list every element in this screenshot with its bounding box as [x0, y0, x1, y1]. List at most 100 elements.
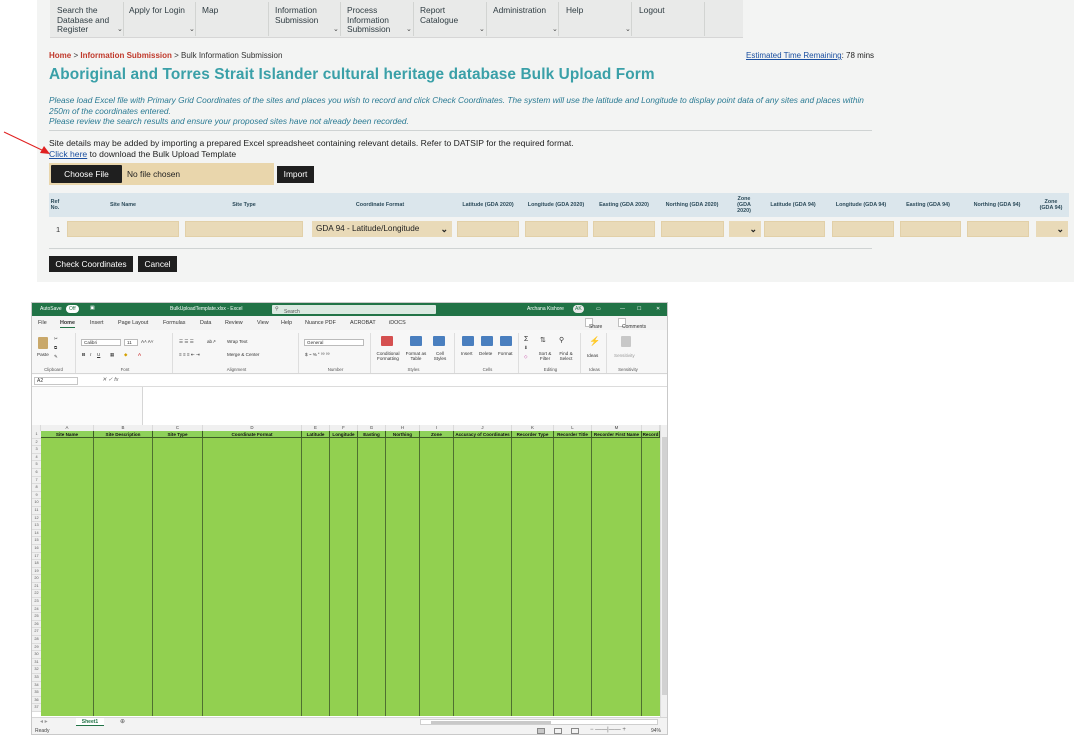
chevron-down-icon[interactable]: ⌄ [333, 25, 339, 33]
row-header[interactable]: 30 [32, 651, 41, 659]
borders-icon[interactable]: ▦ [110, 352, 114, 358]
insert-cells-icon[interactable] [462, 336, 474, 346]
row-header[interactable]: 1 [32, 431, 41, 439]
row-header[interactable]: 36 [32, 696, 41, 705]
nav-apply-login[interactable]: Apply for Login [129, 5, 185, 16]
close-icon[interactable]: ✕ [656, 306, 660, 312]
maximize-icon[interactable]: ☐ [637, 306, 641, 312]
row-header[interactable]: 37 [32, 704, 41, 712]
row-header[interactable]: 14 [32, 529, 41, 538]
number-format-select[interactable]: General [304, 339, 364, 346]
row-header[interactable]: 16 [32, 544, 41, 553]
delete-cells-icon[interactable] [481, 336, 493, 346]
page-break-view-icon[interactable] [571, 728, 579, 734]
row-header[interactable]: 24 [32, 605, 41, 614]
normal-view-icon[interactable] [537, 728, 545, 734]
row-header[interactable]: 19 [32, 567, 41, 576]
nav-help[interactable]: Help [566, 5, 583, 16]
row-header[interactable]: 32 [32, 666, 41, 674]
row-header[interactable]: 13 [32, 522, 41, 530]
row-header[interactable]: 22 [32, 590, 41, 599]
cut-icon[interactable]: ✂ [54, 336, 58, 342]
spreadsheet-grid[interactable]: A B C D E F G H I J K L M Site Name Site… [32, 425, 667, 717]
currency-icon[interactable]: $ ~ % ❜ ⁰⁰ ⁰⁰ [305, 352, 330, 358]
nav-info-submission[interactable]: Information Submission [275, 5, 318, 25]
row-header[interactable]: 28 [32, 636, 41, 644]
merge-center-button[interactable]: Merge & Center [227, 352, 259, 357]
tab-nuance-pdf[interactable]: Nuance PDF [305, 320, 336, 326]
header-cell[interactable]: Site Name [41, 431, 94, 438]
row-header[interactable]: 2 [32, 438, 41, 447]
north-gda2020-input[interactable] [661, 221, 724, 237]
row-header[interactable]: 34 [32, 681, 41, 690]
check-coordinates-button[interactable]: Check Coordinates [49, 256, 133, 272]
nav-map[interactable]: Map [202, 5, 218, 16]
tab-file[interactable]: File [38, 320, 47, 326]
wrap-text-button[interactable]: Wrap Text [227, 339, 248, 344]
header-cell[interactable]: Recorder Type [512, 431, 554, 438]
chevron-down-icon[interactable]: ⌄ [479, 25, 485, 33]
row-header[interactable]: 4 [32, 453, 41, 462]
site-name-input[interactable] [67, 221, 179, 237]
east-gda2020-input[interactable] [593, 221, 655, 237]
chevron-down-icon[interactable]: ⌄ [406, 25, 412, 33]
format-as-table-icon[interactable] [410, 336, 422, 346]
row-header[interactable]: 27 [32, 628, 41, 637]
paste-icon[interactable] [38, 337, 48, 349]
italic-icon[interactable]: I [90, 352, 91, 357]
row-header[interactable]: 9 [32, 491, 41, 500]
row-header[interactable]: 5 [32, 461, 41, 469]
nav-process-info[interactable]: Process Information Submission [347, 5, 390, 35]
header-cell[interactable]: Accuracy of Coordinates [454, 431, 512, 438]
font-name-select[interactable]: Calibri [81, 339, 121, 346]
tab-review[interactable]: Review [225, 320, 243, 326]
cancel-button[interactable]: Cancel [138, 256, 177, 272]
font-size-select[interactable]: 11 [124, 339, 138, 346]
chevron-down-icon[interactable]: ⌄ [552, 25, 558, 33]
underline-icon[interactable]: U [97, 352, 100, 357]
ribbon-display-icon[interactable]: ▭ [596, 306, 601, 312]
header-cell[interactable]: Zone [420, 431, 454, 438]
lat-gda2020-input[interactable] [457, 221, 519, 237]
minimize-icon[interactable]: — [620, 306, 625, 312]
row-header[interactable]: 20 [32, 575, 41, 583]
header-cell[interactable]: Recorder Title [554, 431, 592, 438]
tab-idocs[interactable]: iDOCS [389, 320, 406, 326]
bold-icon[interactable]: B [82, 352, 85, 357]
row-header[interactable]: 33 [32, 674, 41, 682]
save-icon[interactable]: ▣ [90, 305, 95, 311]
north-gda94-input[interactable] [967, 221, 1029, 237]
row-header[interactable]: 6 [32, 468, 41, 477]
tab-page-layout[interactable]: Page Layout [118, 320, 148, 326]
site-type-input[interactable] [185, 221, 303, 237]
row-header[interactable]: 12 [32, 514, 41, 523]
comments-button[interactable]: Comments [618, 318, 646, 330]
row-header[interactable]: 11 [32, 506, 41, 515]
row-header[interactable]: 17 [32, 552, 41, 561]
tab-view[interactable]: View [257, 320, 269, 326]
horizontal-scrollbar[interactable] [420, 719, 658, 725]
tab-data[interactable]: Data [200, 320, 211, 326]
format-cells-icon[interactable] [500, 336, 512, 346]
tab-acrobat[interactable]: ACROBAT [350, 320, 376, 326]
add-sheet-icon[interactable]: ⊕ [120, 718, 125, 726]
sensitivity-icon[interactable] [621, 336, 631, 347]
header-cell[interactable]: Coordinate Format [203, 431, 302, 438]
green-data-area[interactable] [41, 438, 660, 716]
header-cell[interactable]: Record [642, 431, 660, 438]
row-header[interactable]: 15 [32, 537, 41, 545]
lon-gda94-input[interactable] [832, 221, 894, 237]
row-header[interactable]: 23 [32, 598, 41, 606]
chevron-down-icon[interactable]: ⌄ [625, 25, 631, 33]
copy-icon[interactable]: ⧉ [54, 345, 57, 350]
ideas-icon[interactable]: ⚡ [589, 336, 600, 347]
name-box[interactable]: A2 [34, 377, 78, 385]
header-cell[interactable]: Recorder First Name [592, 431, 642, 438]
lon-gda2020-input[interactable] [525, 221, 588, 237]
time-remaining-link[interactable]: Estimated Time Remaining [746, 51, 842, 60]
nav-report-catalogue[interactable]: Report Catalogue [420, 5, 458, 25]
row-header[interactable]: 3 [32, 446, 41, 454]
vertical-scrollbar[interactable] [660, 425, 667, 717]
fill-icon[interactable]: ⬇ [524, 345, 528, 351]
row-header[interactable]: 31 [32, 658, 41, 667]
